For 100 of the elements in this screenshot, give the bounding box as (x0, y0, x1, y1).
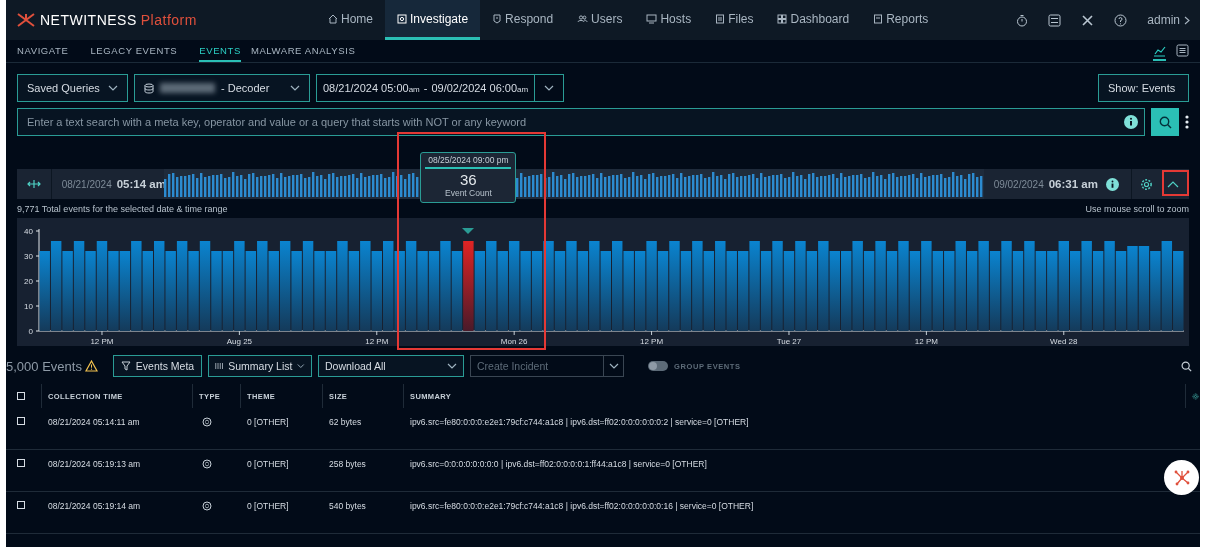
event-type-icon (202, 417, 212, 427)
tooltip-count: 36 (459, 171, 478, 188)
nav-tab[interactable]: Hosts (634, 0, 704, 40)
table-cell-text: 540 bytes (328, 501, 367, 513)
tooltip-date: 08/25/2024 09:00 pm (425, 155, 512, 169)
alert-icon (492, 13, 503, 24)
chevron-down-icon (297, 363, 305, 369)
row-checkbox[interactable] (17, 501, 25, 509)
timer-icon[interactable] (1016, 13, 1029, 27)
table-cell-text: ipv6.src=0:0:0:0:0:0:0:0 | ipv6.dst=ff02:0:0:0:0:1:ff44:a1c8 | service=0 [OTHER] (409, 459, 707, 469)
help-icon[interactable] (1114, 13, 1128, 27)
x-tick-label: 12 PM (914, 337, 938, 346)
datasource-dropdown[interactable]: - Decoder (134, 74, 310, 102)
list-icon (1176, 43, 1189, 57)
network-icon (1172, 468, 1191, 487)
end-date: 09/02/2024 (993, 179, 1044, 190)
dashboard-icon (777, 13, 788, 24)
table-cell-text: 258 bytes (328, 459, 367, 471)
settings-list-icon[interactable] (1048, 13, 1062, 27)
end-time: 06:31 am (1048, 178, 1098, 190)
table-cell-text: ipv6.src=fe80:0:0:0:e2e1:79cf:c744:a1c8 | ipv6.dst=ff02:0:0:0:0:0:0:2 | service=0 [OTHER] (409, 417, 749, 427)
x-tick-label: 12 PM (365, 337, 389, 346)
table-cell-text: 62 bytes (328, 417, 363, 429)
redacted-text (160, 83, 215, 93)
x-tick-label: Aug 25 (226, 337, 253, 346)
filter-icon (120, 361, 131, 371)
tooltip-pointer (462, 228, 475, 234)
table-cell-text: 0 [OTHER] (246, 417, 290, 429)
network-graph-button[interactable] (1164, 460, 1199, 495)
monitor-icon (646, 13, 658, 24)
zoom-hint: Use mouse scroll to zoom (1085, 203, 1189, 214)
tools-icon[interactable] (1081, 13, 1095, 27)
row-checkbox[interactable] (17, 417, 25, 425)
y-tick-label: 10 (24, 301, 33, 311)
x-tick-label: Tue 27 (776, 337, 802, 346)
event-type-icon (202, 459, 212, 469)
nav-tab[interactable]: Respond (480, 0, 566, 40)
database-icon (144, 82, 154, 94)
home-icon (328, 13, 338, 24)
nav-tab[interactable]: Files (703, 0, 766, 40)
download-dropdown[interactable]: Download All (318, 355, 464, 377)
table-cell-text: 08/21/2024 05:19:13 am (47, 459, 142, 471)
columns-icon (215, 361, 224, 371)
search-icon[interactable] (1181, 360, 1192, 372)
table-cell-text: 0 [OTHER] (246, 501, 290, 513)
logo-icon (16, 12, 36, 28)
search-icon (1158, 115, 1172, 129)
summary-list-dropdown[interactable]: Summary List (208, 355, 312, 377)
sub-tab[interactable]: LEGACY EVENTS (90, 40, 178, 62)
table-cell-text: ipv6.src=fe80:0:0:0:e2e1:79cf:c744:a1c8 | ipv6.dst=ff02:0:0:0:0:0:0:16 | service=0 [OTHER] (409, 501, 754, 511)
file-icon (715, 13, 726, 24)
expand-horizontal-icon[interactable] (26, 179, 41, 189)
event-count: 5,000 Events (6, 358, 82, 374)
create-incident-dropdown: Create Incident (470, 355, 624, 377)
row-checkbox[interactable] (17, 459, 25, 467)
sub-tab[interactable]: MALWARE ANALYSIS (250, 40, 356, 62)
info-icon[interactable] (1124, 115, 1138, 129)
saved-queries-dropdown[interactable]: Saved Queries (17, 74, 128, 102)
nav-tab[interactable]: Reports (861, 0, 941, 40)
start-date: 08/21/2024 (61, 179, 112, 190)
events-meta-button[interactable]: Events Meta (113, 355, 202, 377)
chevron-down-icon (108, 85, 118, 91)
x-tick-label: 12 PM (640, 337, 664, 346)
x-tick-label: Wed 28 (1050, 337, 1078, 346)
brand-name: NETWITNESS (40, 12, 137, 28)
y-tick-label: 30 (24, 251, 33, 261)
chevron-down-icon (608, 363, 619, 369)
nav-tab[interactable]: Users (565, 0, 635, 40)
select-all-checkbox[interactable] (17, 392, 25, 400)
table-cell-text: 08/21/2024 05:19:14 am (47, 501, 142, 513)
group-events-toggle[interactable] (648, 361, 668, 371)
nav-tab[interactable]: Home (316, 0, 385, 40)
chevron-down-icon (447, 363, 457, 369)
x-tick-label: 12 PM (90, 337, 114, 346)
query-search-field[interactable]: Enter a text search with a meta key, operator and value or a query that starts with NOT or any keyword (17, 108, 1145, 136)
more-options-icon[interactable] (1185, 115, 1189, 129)
chevron-down-icon (290, 85, 300, 91)
user-menu[interactable]: admin (1147, 13, 1180, 27)
chevron-down-icon (544, 85, 555, 91)
nav-tab[interactable]: Investigate (385, 0, 481, 40)
sub-tab[interactable]: EVENTS (199, 40, 241, 62)
sub-tab[interactable]: NAVIGATE (17, 40, 69, 62)
product-name: Platform (140, 12, 197, 28)
table-cell-text: 08/21/2024 05:14:11 am (47, 417, 141, 429)
search-document-icon (397, 13, 407, 24)
users-icon (577, 13, 589, 24)
y-tick-label: 0 (28, 326, 33, 336)
y-tick-label: 20 (24, 276, 33, 286)
show-dropdown[interactable]: Show: Events (1098, 74, 1189, 102)
report-icon (873, 13, 884, 24)
chevron-up-icon (1167, 180, 1179, 188)
x-tick-label: Mon 26 (500, 337, 528, 346)
settings-icon[interactable] (1140, 177, 1153, 191)
event-type-icon (202, 501, 212, 511)
chevron-right-icon[interactable] (1184, 15, 1190, 25)
y-tick-label: 40 (24, 226, 33, 236)
search-button[interactable] (1151, 108, 1179, 136)
nav-tab[interactable]: Dashboard (765, 0, 862, 40)
table-cell-text: 0 [OTHER] (246, 459, 290, 471)
info-icon[interactable] (1105, 177, 1119, 191)
